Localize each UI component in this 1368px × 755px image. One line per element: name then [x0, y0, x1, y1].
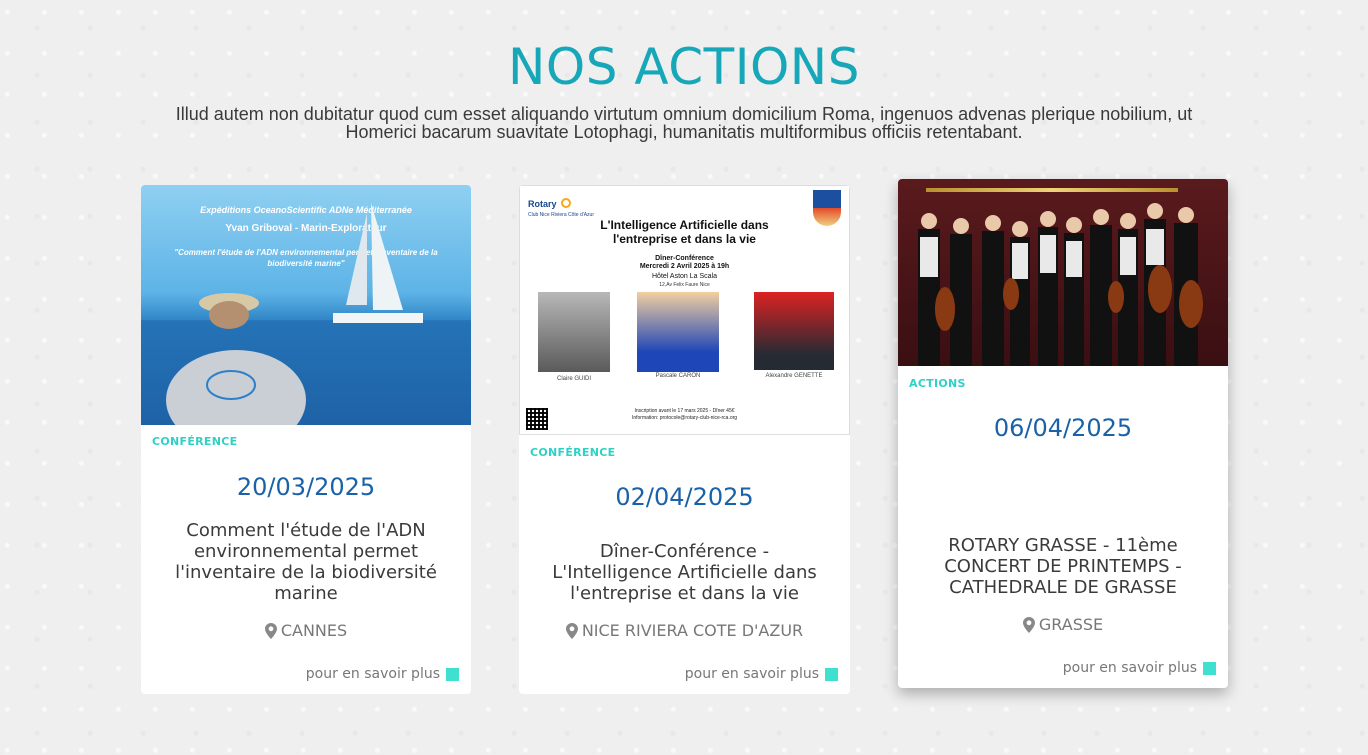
orchestra-illustration: [918, 203, 1203, 366]
read-more-label[interactable]: pour en savoir plus: [1063, 660, 1197, 676]
action-card-1[interactable]: Expéditions OceanoScientific ADNe Médite…: [141, 185, 471, 694]
card-image[interactable]: Rotary Club Nice Riviera Côte d'Azur L'I…: [519, 185, 850, 435]
card-category: CONFÉRENCE: [152, 435, 238, 448]
map-pin-icon: [565, 622, 578, 639]
section-title: NOS ACTIONS: [508, 38, 860, 96]
speaker-photo: [637, 292, 719, 372]
location-label: GRASSE: [1038, 615, 1104, 634]
poster-event: Dîner-Conférence: [655, 255, 714, 262]
card-title[interactable]: Dîner-Conférence - L'Intelligence Artifi…: [539, 541, 830, 604]
rotary-wheel-icon: [560, 197, 571, 208]
card-title[interactable]: ROTARY GRASSE - 11ème CONCERT DE PRINTEM…: [918, 535, 1208, 598]
map-pin-icon: [264, 622, 277, 639]
speaker-name: Alexandre GENETTE: [765, 373, 823, 379]
poster-info: Information: protocole@rotary-club-nice-…: [631, 415, 738, 421]
card-date: 06/04/2025: [993, 414, 1133, 442]
poster-headline: L'Intelligence Artificielle dans l'entre…: [600, 218, 769, 246]
speaker-photo: [754, 292, 834, 370]
rotary-label: Rotary: [528, 199, 557, 209]
card-location: NICE RIVIERA COTE D'AZUR: [519, 621, 850, 640]
read-more-link[interactable]: pour en savoir plus: [306, 666, 459, 682]
card-location: CANNES: [141, 621, 471, 640]
card-image[interactable]: Expéditions OceanoScientific ADNe Médite…: [141, 185, 471, 425]
square-icon: [825, 667, 838, 681]
speaker-photo: [538, 292, 610, 372]
card-title[interactable]: Comment l'étude de l'ADN environnemental…: [161, 520, 451, 604]
read-more-label[interactable]: pour en savoir plus: [306, 666, 440, 682]
poster-venue: Hôtel Aston La Scala: [652, 273, 717, 280]
card-category: CONFÉRENCE: [530, 446, 616, 459]
read-more-link[interactable]: pour en savoir plus: [1063, 660, 1216, 676]
location-label: CANNES: [280, 621, 348, 640]
speaker-name: Claire GUIDI: [556, 376, 591, 382]
read-more-link[interactable]: pour en savoir plus: [685, 666, 838, 682]
poster-when: Mercredi 2 Avril 2025 à 19h: [639, 263, 730, 270]
map-pin-icon: [1022, 616, 1035, 633]
card-image[interactable]: [898, 179, 1228, 366]
square-icon: [446, 667, 459, 681]
rotary-logo: Rotary Club Nice Riviera Côte d'Azur: [528, 194, 594, 218]
shield-badge-icon: [813, 190, 841, 226]
card-date: 20/03/2025: [236, 473, 376, 501]
card-category: ACTIONS: [909, 377, 966, 390]
poster-inscription: Inscription avant le 17 mars 2025 - Dîne…: [634, 408, 735, 414]
speaker-name: Pascale CARON: [655, 373, 701, 379]
action-card-3[interactable]: ACTIONS 06/04/2025 ROTARY GRASSE - 11ème…: [898, 179, 1228, 688]
square-icon: [1203, 661, 1216, 675]
section-intro: Illud autem non dubitatur quod cum esset…: [175, 104, 1193, 142]
read-more-label[interactable]: pour en savoir plus: [685, 666, 819, 682]
card-date: 02/04/2025: [615, 483, 754, 511]
poster-address: 12,Av Felix Faure Nice: [659, 282, 710, 288]
location-label: NICE RIVIERA COTE D'AZUR: [581, 621, 804, 640]
qr-code-icon: [526, 408, 548, 430]
card-location: GRASSE: [898, 615, 1228, 634]
action-card-2[interactable]: Rotary Club Nice Riviera Côte d'Azur L'I…: [519, 185, 850, 694]
sailboat-illustration: [141, 203, 471, 425]
